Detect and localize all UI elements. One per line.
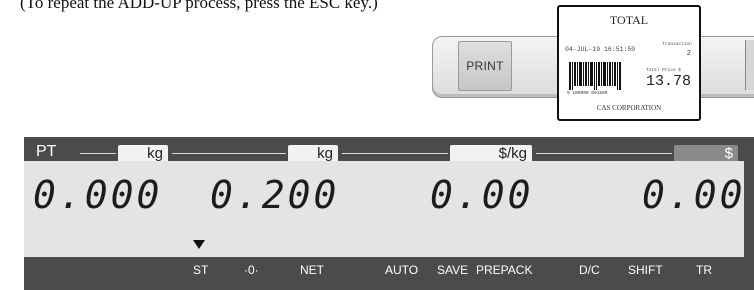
header-divider bbox=[342, 153, 448, 154]
receipt-title: TOTAL bbox=[609, 13, 649, 27]
tare-reading: 0.000 bbox=[33, 173, 163, 217]
status-label-save: SAVE bbox=[437, 263, 469, 277]
status-label-prepack: PREPACK bbox=[476, 263, 533, 277]
status-label-shift: SHIFT bbox=[628, 263, 663, 277]
printer-panel-edge bbox=[745, 40, 754, 90]
stable-indicator-arrow bbox=[193, 240, 205, 249]
receipt-label: TOTAL 04-JUL-19 16:51:50 Transaction 2 9… bbox=[557, 5, 701, 121]
header-divider bbox=[80, 153, 116, 154]
status-label-st: ST bbox=[193, 263, 209, 277]
print-button[interactable]: PRINT bbox=[458, 41, 512, 91]
receipt-datetime: 04-JUL-19 16:51:50 bbox=[565, 46, 636, 53]
receipt-amount: 13.78 bbox=[645, 73, 691, 90]
weight-reading: 0.200 bbox=[210, 173, 340, 217]
barcode-number: 9 100000 001509 bbox=[567, 91, 608, 96]
status-label-zero: ·0· bbox=[244, 263, 259, 277]
status-label-auto: AUTO bbox=[385, 263, 419, 277]
receipt-company: CAS CORPORATION bbox=[596, 104, 662, 112]
total-price-reading: 0.00 bbox=[642, 173, 746, 217]
instruction-text: (To repeat the ADD-UP process, press the… bbox=[20, 0, 378, 12]
receipt-count: 2 bbox=[686, 50, 691, 58]
unit-label-weight: kg bbox=[288, 145, 338, 162]
pt-label: PT bbox=[36, 143, 57, 160]
header-divider bbox=[536, 153, 672, 154]
header-divider bbox=[172, 153, 286, 154]
unit-price-reading: 0.00 bbox=[430, 173, 534, 217]
status-label-tr: TR bbox=[696, 263, 712, 277]
unit-label-unit-price: $/kg bbox=[450, 145, 532, 162]
status-label-net: NET bbox=[300, 263, 324, 277]
barcode-image bbox=[569, 62, 621, 90]
receipt-count-caption: Transaction bbox=[662, 42, 692, 47]
status-label-dc: D/C bbox=[579, 263, 600, 277]
unit-label-tare: kg bbox=[118, 145, 168, 162]
unit-label-total-price: $ bbox=[674, 145, 738, 162]
